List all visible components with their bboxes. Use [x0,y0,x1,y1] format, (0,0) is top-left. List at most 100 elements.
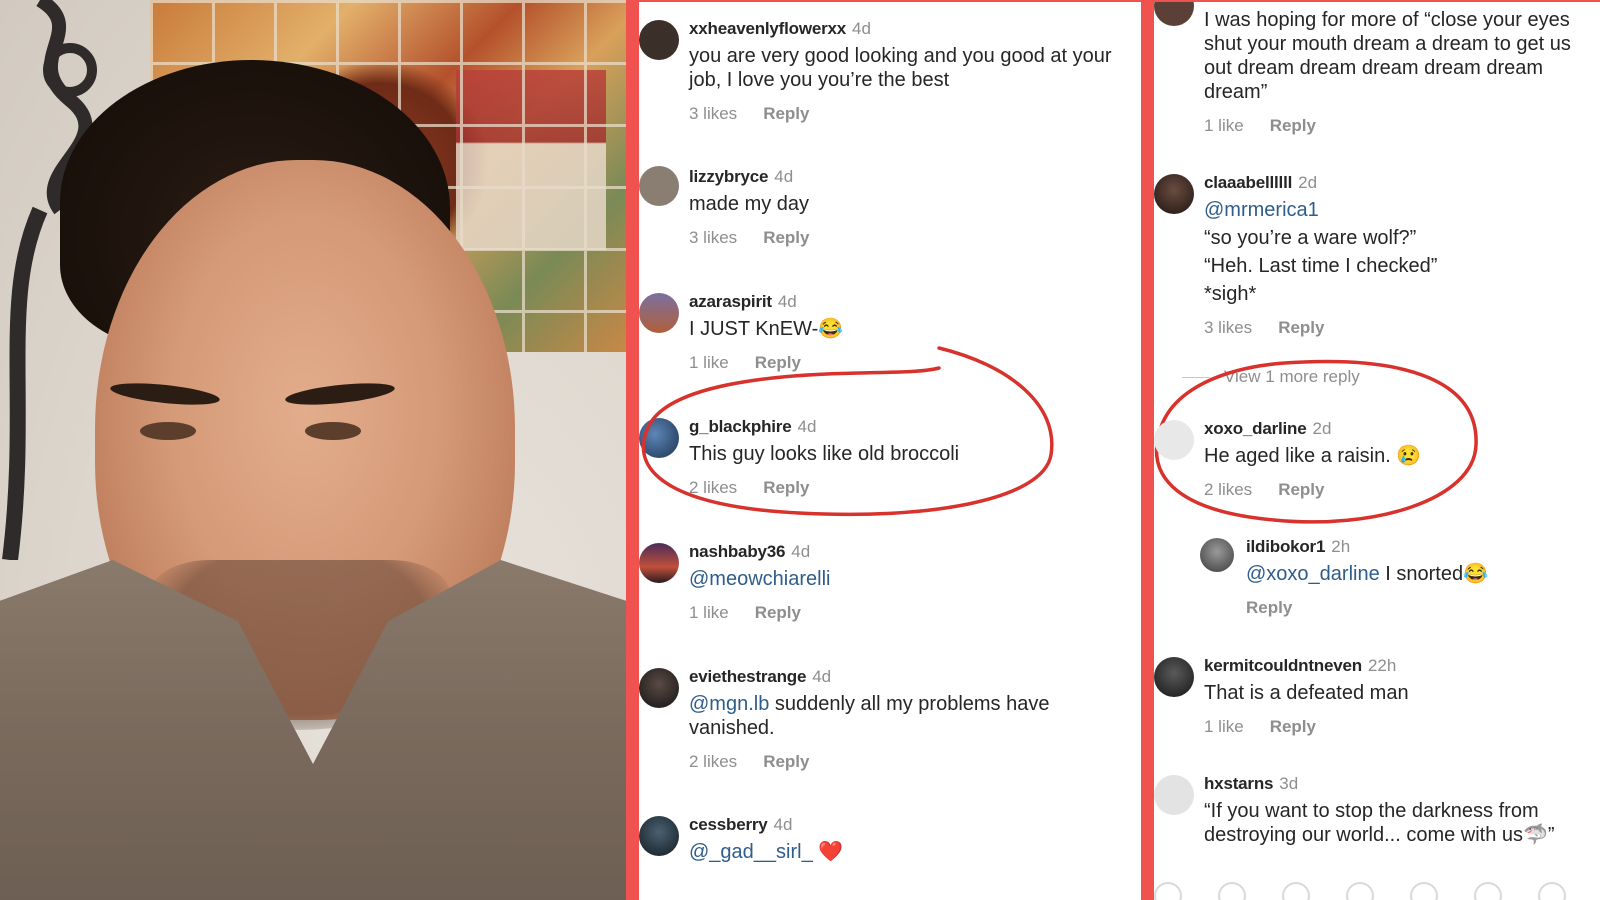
avatar[interactable] [639,543,679,583]
comment-username[interactable]: xoxo_darline [1204,419,1307,438]
comment-text: That is a defeated man [1204,682,1409,704]
reply-button[interactable]: Reply [763,478,809,497]
avatar[interactable] [639,293,679,333]
comment-username[interactable]: azaraspirit [689,292,772,311]
avatar[interactable] [1154,174,1194,214]
comment-time: 4d [797,417,817,436]
avatar[interactable] [639,20,679,60]
left-eye [140,422,196,440]
avatar[interactable] [1154,0,1194,26]
emoji-button[interactable] [1282,882,1310,900]
reply-button[interactable]: Reply [1278,480,1324,499]
comment-item: xoxo_darline 2d He aged like a raisin. 😢 … [1154,418,1600,508]
comment-likes[interactable]: 2 likes [689,478,737,497]
avatar[interactable] [639,668,679,708]
comment-item: claaabellllll 2d @mrmerica1 “so you’re a … [1154,172,1600,342]
comment-item: g_blackphire 4d This guy looks like old b… [639,416,1141,506]
emoji-button[interactable] [1154,882,1182,900]
comment-time: 4d [777,292,797,311]
top-red-border [626,0,1600,2]
comment-likes[interactable]: 1 like [689,353,729,372]
reply-button[interactable]: Reply [763,228,809,247]
avatar[interactable] [1200,538,1234,572]
comment-likes[interactable]: 2 likes [689,752,737,771]
mention-link[interactable]: @mrmerica1 [1204,199,1319,221]
comment-likes[interactable]: 1 like [689,603,729,622]
comments-panel-right[interactable]: I was hoping for more of “close your eye… [1154,0,1600,900]
comment-username[interactable]: cessberry [689,815,768,834]
emoji-reaction-bar[interactable] [1154,880,1600,900]
comment-username[interactable]: kermitcouldntneven [1204,656,1362,675]
reply-button[interactable]: Reply [763,752,809,771]
comment-item: nashbaby36 4d @meowchiarelli 1 like Reply [639,541,1141,631]
reply-button[interactable]: Reply [763,104,809,123]
avatar-placeholder[interactable] [1154,420,1194,460]
comment-text: I snorted😂 [1379,563,1488,585]
reply-button[interactable]: Reply [1278,318,1324,337]
comment-time: 4d [812,667,832,686]
comment-time: 4d [774,167,794,186]
comment-likes[interactable]: 2 likes [1204,480,1252,499]
emoji-button[interactable] [1538,882,1566,900]
emoji-button[interactable] [1218,882,1246,900]
frame-divider-right [1141,0,1154,900]
comment-time: 4d [773,815,793,834]
comment-time: 3d [1279,774,1299,793]
comment-likes[interactable]: 3 likes [689,104,737,123]
emoji-button[interactable] [1474,882,1502,900]
comment-text: made my day [689,193,810,215]
comment-text: you are very good looking and you good a… [689,45,1112,91]
comment-item: xxheavenlyflowerxx 4d you are very good l… [639,18,1141,138]
comment-text: He aged like a raisin. 😢 [1204,445,1422,467]
avatar[interactable] [639,816,679,856]
comment-line: “Heh. Last time I checked” [1204,255,1438,277]
right-eye [305,422,361,440]
comment-username[interactable]: claaabellllll [1204,173,1292,192]
comment-likes[interactable]: 1 like [1204,717,1244,736]
mention-link[interactable]: @mgn.lb [689,693,769,715]
comment-username[interactable]: hxstarns [1204,774,1273,793]
comment-username[interactable]: g_blackphire [689,417,792,436]
comment-text: I was hoping for more of “close your eye… [1204,9,1571,103]
heart-emoji: ❤️ [818,841,844,863]
comment-text: “If you want to stop the darkness from d… [1204,800,1555,846]
mention-link[interactable]: @_gad__sirl_ [689,841,813,863]
avatar[interactable] [639,166,679,206]
avatar[interactable] [1154,657,1194,697]
reply-button[interactable]: Reply [1270,116,1316,135]
comment-time: 4d [791,542,811,561]
reply-button[interactable]: Reply [1246,598,1292,617]
video-frame [0,0,626,900]
comment-username[interactable]: lizzybryce [689,167,768,186]
reply-button[interactable]: Reply [1270,717,1316,736]
emoji-button[interactable] [1346,882,1374,900]
comment-username[interactable]: nashbaby36 [689,542,785,561]
view-more-replies[interactable]: View 1 more reply [1182,367,1360,387]
comment-username[interactable]: ildibokor1 [1246,537,1325,556]
comment-likes[interactable]: 1 like [1204,116,1244,135]
mention-link[interactable]: @meowchiarelli [689,568,830,590]
comment-time: 2d [1298,173,1318,192]
avatar-placeholder[interactable] [1154,775,1194,815]
comments-panel-middle[interactable]: xxheavenlyflowerxx 4d you are very good l… [639,0,1141,900]
comment-time: 2d [1312,419,1332,438]
reply-button[interactable]: Reply [755,603,801,622]
avatar[interactable] [639,418,679,458]
comment-text: I JUST KnEW-😂 [689,318,844,340]
view-more-label[interactable]: View 1 more reply [1224,367,1360,386]
comment-item: hxstarns 3d “If you want to stop the dark… [1154,773,1600,863]
frame-divider-left [626,0,639,900]
comment-item: lizzybryce 4d made my day 3 likes Reply [639,166,1141,256]
comment-item: I was hoping for more of “close your eye… [1154,0,1600,138]
comment-username[interactable]: xxheavenlyflowerxx [689,19,846,38]
mention-link[interactable]: @xoxo_darline [1246,563,1380,585]
comment-item: kermitcouldntneven 22h That is a defeated… [1154,655,1600,745]
comment-likes[interactable]: 3 likes [689,228,737,247]
reply-button[interactable]: Reply [755,353,801,372]
comment-likes[interactable]: 3 likes [1204,318,1252,337]
comment-username[interactable]: eviethestrange [689,667,806,686]
comment-item: eviethestrange 4d @mgn.lb suddenly all my… [639,666,1141,786]
emoji-button[interactable] [1410,882,1438,900]
reply-item: ildibokor1 2h @xoxo_darline I snorted😂 Re… [1200,536,1600,626]
comment-time: 2h [1331,537,1351,556]
